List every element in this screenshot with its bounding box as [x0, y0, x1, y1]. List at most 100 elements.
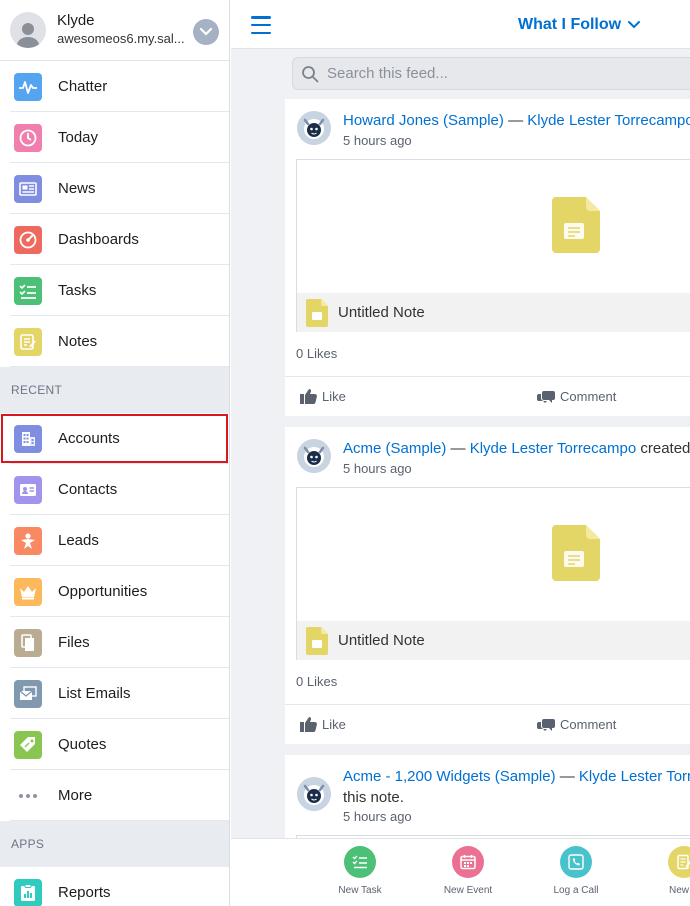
recent-section-heading: RECENT — [0, 367, 229, 413]
new-task-button[interactable]: New Task — [320, 846, 400, 896]
post-headline: Acme - 1,200 Widgets (Sample) — Klyde Le… — [343, 768, 690, 785]
note-small-icon — [306, 298, 328, 327]
user-domain: awesomeos6.my.sal... — [57, 31, 185, 46]
quick-action-label: New Task — [338, 885, 382, 896]
new-note-icon — [668, 846, 690, 878]
sidebar-item-label: News — [58, 180, 96, 197]
hamburger-menu-icon[interactable] — [251, 16, 271, 34]
sidebar-item-label: Files — [58, 634, 90, 651]
like-label: Like — [322, 716, 346, 732]
sidebar-item-list-emails[interactable]: List Emails — [0, 668, 229, 719]
feed-post: Howard Jones (Sample) — Klyde Lester Tor… — [285, 99, 690, 416]
opportunities-crown-icon — [14, 577, 42, 606]
sidebar-item-notes[interactable]: Notes — [0, 316, 229, 367]
news-icon — [14, 174, 42, 203]
leads-icon — [14, 526, 42, 555]
likes-count: 0 Likes — [296, 346, 338, 361]
sidebar-item-label: Leads — [58, 532, 99, 549]
comment-button[interactable]: Comment — [537, 716, 616, 732]
feed-post: Acme (Sample) — Klyde Lester Torrecampo … — [285, 427, 690, 744]
top-bar: What I Follow — [231, 0, 690, 49]
post-author-link[interactable]: Howard Jones (Sample) — [343, 112, 504, 129]
dashboard-icon — [14, 225, 42, 254]
new-event-icon — [452, 846, 484, 878]
note-file-icon — [552, 525, 600, 581]
list-emails-icon — [14, 679, 42, 708]
notes-icon — [14, 327, 42, 356]
feed-post: Acme - 1,200 Widgets (Sample) — Klyde Le… — [285, 755, 690, 845]
post-separator: — — [503, 112, 528, 129]
user-profile-header[interactable]: Klyde awesomeos6.my.sal... — [0, 0, 229, 61]
files-icon — [14, 628, 42, 657]
post-author-link[interactable]: Acme (Sample) — [343, 440, 446, 457]
sidebar-item-label: More — [58, 787, 93, 804]
sidebar-item-reports[interactable]: Reports — [0, 867, 229, 906]
post-action-text: created th — [640, 440, 690, 457]
note-attachment[interactable]: Untitled Note — [296, 487, 690, 660]
astro-avatar-icon — [297, 111, 331, 145]
feed-filter-dropdown[interactable]: What I Follow — [518, 16, 641, 34]
search-input[interactable] — [327, 65, 667, 82]
sidebar-item-label: Chatter — [58, 78, 108, 95]
sidebar-item-label: Notes — [58, 333, 98, 350]
chatter-pulse-icon — [14, 72, 42, 101]
sidebar-item-label: Accounts — [58, 430, 120, 447]
comment-label: Comment — [560, 716, 617, 732]
new-task-icon — [344, 846, 376, 878]
quotes-icon — [14, 730, 42, 759]
sidebar-item-news[interactable]: News — [0, 163, 229, 214]
sidebar-item-label: Today — [58, 129, 99, 146]
post-separator: — — [555, 768, 579, 785]
comment-button[interactable]: Comment — [537, 388, 616, 404]
post-actor-link[interactable]: Klyde Lester Torrecampo — [470, 440, 636, 457]
tasks-icon — [14, 276, 42, 305]
like-button[interactable]: Like — [300, 388, 346, 404]
sidebar-item-label: Dashboards — [58, 231, 139, 248]
like-button[interactable]: Like — [300, 716, 346, 732]
new-event-button[interactable]: New Event — [428, 846, 508, 896]
sidebar-item-chatter[interactable]: Chatter — [0, 61, 229, 112]
sidebar-item-contacts[interactable]: Contacts — [0, 464, 229, 515]
sidebar-item-label: Opportunities — [58, 583, 148, 600]
feed-title: What I Follow — [518, 16, 622, 33]
sidebar-item-files[interactable]: Files — [0, 617, 229, 668]
sidebar-item-tasks[interactable]: Tasks — [0, 265, 229, 316]
astro-avatar-icon — [297, 777, 331, 811]
quick-action-label: Log a Call — [553, 885, 599, 896]
log-call-icon — [560, 846, 592, 878]
sidebar-item-dashboards[interactable]: Dashboards — [0, 214, 229, 265]
post-action-text: this note. — [343, 789, 404, 806]
account-switcher-chevron-icon[interactable] — [193, 19, 219, 45]
new-note-button[interactable]: New N — [644, 846, 690, 896]
comment-label: Comment — [560, 388, 617, 404]
sidebar-item-today[interactable]: Today — [0, 112, 229, 163]
post-actor-link[interactable]: Klyde Lester Torrec — [579, 768, 690, 785]
note-attachment[interactable]: Untitled Note — [296, 159, 690, 332]
comment-bubble-icon — [537, 719, 555, 731]
sidebar-item-label: Contacts — [58, 481, 118, 498]
sidebar-item-leads[interactable]: Leads — [0, 515, 229, 566]
sidebar-item-quotes[interactable]: Quotes — [0, 719, 229, 770]
sidebar-item-label: Quotes — [58, 736, 107, 753]
log-call-button[interactable]: Log a Call — [536, 846, 616, 896]
more-dots-icon — [14, 793, 42, 798]
post-actor-link[interactable]: Klyde Lester Torrecampo — [527, 112, 690, 129]
apps-section-heading: APPS — [0, 821, 229, 867]
sidebar-item-opportunities[interactable]: Opportunities — [0, 566, 229, 617]
sidebar-item-more[interactable]: More — [0, 770, 229, 821]
feed-search-bar[interactable] — [292, 57, 690, 90]
post-author-link[interactable]: Acme - 1,200 Widgets (Sample) — [343, 768, 556, 785]
attachment-preview — [297, 160, 690, 293]
reports-icon — [14, 878, 42, 906]
chevron-down-icon — [628, 21, 641, 29]
sidebar-item-label: Reports — [58, 884, 111, 901]
clock-icon — [14, 123, 42, 152]
sidebar-item-label: Tasks — [58, 282, 97, 299]
sidebar-item-accounts[interactable]: Accounts — [0, 413, 229, 464]
astro-avatar-icon — [297, 439, 331, 473]
thumbs-up-icon — [300, 717, 317, 732]
attachment-preview — [297, 488, 690, 621]
post-timestamp: 5 hours ago — [343, 809, 412, 824]
navigation-sidebar: Klyde awesomeos6.my.sal... Chatter Today… — [0, 0, 230, 906]
sidebar-item-label: List Emails — [58, 685, 131, 702]
